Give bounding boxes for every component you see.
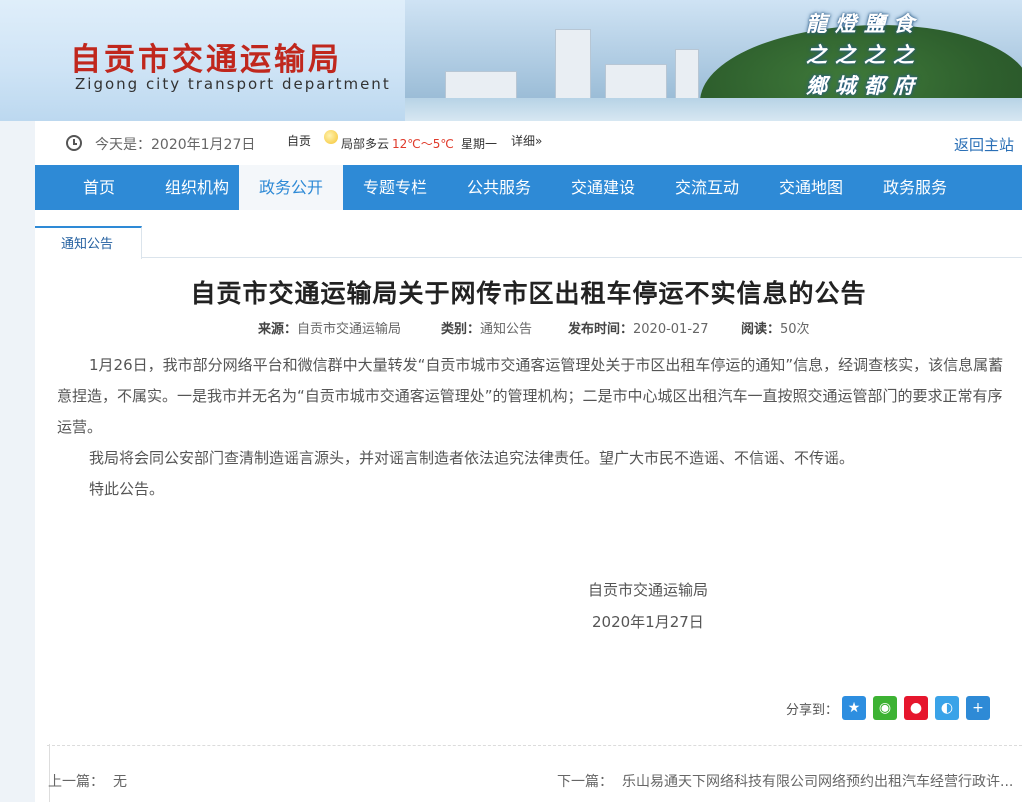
pager-divider	[47, 745, 1022, 746]
site-subtitle: Zigong city transport department	[75, 75, 391, 93]
today-date: 2020年1月27日	[151, 137, 256, 153]
nav-item-traffic-construction[interactable]: 交通建设	[551, 165, 655, 210]
tab-notices[interactable]: 通知公告	[35, 226, 142, 259]
nav-item-special-topics[interactable]: 专题专栏	[343, 165, 447, 210]
share-more-button[interactable]: +	[966, 696, 990, 720]
meta-date: 发布时间：2020-01-27	[568, 318, 709, 337]
today-label: 今天是：	[95, 137, 151, 153]
weather-temperature: 12℃～5℃	[392, 137, 454, 151]
tab-bar: 通知公告	[35, 226, 1022, 259]
nav-item-public-service[interactable]: 公共服务	[447, 165, 551, 210]
meta-category-label: 类别：	[441, 322, 481, 337]
weather-description: 局部多云	[341, 137, 390, 151]
article-paragraph: 我局将会同公安部门查清制造谣言源头，并对谣言制造者依法追究法律责任。望广大市民不…	[89, 449, 855, 467]
site-banner: 自贡市交通运输局 Zigong city transport departmen…	[0, 0, 1022, 121]
meta-date-label: 发布时间：	[568, 322, 634, 337]
share-weibo-button[interactable]: ●	[904, 696, 928, 720]
prev-article-label: 上一篇：	[48, 774, 104, 790]
article-paragraph: 特此公告。	[89, 480, 165, 498]
qzone-star-icon: ★	[847, 700, 861, 716]
partly-cloudy-icon	[324, 130, 338, 144]
next-article-label: 下一篇：	[557, 774, 613, 790]
meta-views: 阅读：50次	[741, 318, 810, 337]
clock-icon	[66, 135, 82, 151]
article-paragraph: 1月26日，我市部分网络平台和微信群中大量转发“自贡市城市交通客运管理处关于市区…	[57, 356, 1004, 436]
tencent-weibo-icon: ◐	[940, 700, 954, 716]
weekday: 星期一	[461, 137, 498, 151]
meta-views-label: 阅读：	[741, 322, 781, 337]
nav-item-traffic-map[interactable]: 交通地图	[759, 165, 863, 210]
prev-article-value: 无	[113, 774, 127, 790]
meta-category-value: 通知公告	[480, 322, 533, 337]
calligraphy-line: 之之之之	[806, 42, 922, 67]
meta-source-value: 自贡市交通运输局	[297, 322, 402, 337]
home-link[interactable]: 返回主站	[954, 134, 1014, 155]
weather-city: 自贡	[287, 134, 312, 148]
share-qzone-button[interactable]: ★	[842, 696, 866, 720]
meta-source: 来源：自贡市交通运输局	[258, 318, 401, 337]
next-article-link[interactable]: 乐山易通天下网络科技有限公司网络预约出租汽车经营行政许...	[622, 771, 1014, 791]
share-tencent-weibo-button[interactable]: ◐	[935, 696, 959, 720]
share-label: 分享到：	[786, 703, 839, 718]
article-title: 自贡市交通运输局关于网传市区出租车停运不实信息的公告	[190, 279, 867, 308]
main-nav: 首页 组织机构 政务公开 专题专栏 公共服务 交通建设 交流互动 交通地图 政务…	[35, 165, 1022, 210]
nav-item-organization[interactable]: 组织机构	[145, 165, 249, 210]
wechat-icon: ◉	[878, 700, 892, 716]
weather-detail-link[interactable]: 详细»	[511, 132, 542, 149]
river-image	[405, 98, 1022, 121]
nav-item-interaction[interactable]: 交流互动	[655, 165, 759, 210]
calligraphy-line: 鄉城都府	[806, 73, 922, 98]
nav-item-government-affairs[interactable]: 政务公开	[239, 165, 343, 210]
plus-icon: +	[972, 700, 984, 716]
signature-organization: 自贡市交通运输局	[588, 581, 709, 599]
nav-item-home[interactable]: 首页	[65, 165, 133, 210]
signature-date: 2020年1月27日	[592, 613, 704, 631]
article-body: 1月26日，我市部分网络平台和微信群中大量转发“自贡市城市交通客运管理处关于市区…	[57, 350, 1017, 505]
info-bar: 今天是： 2020年1月27日 自贡 局部多云 12℃～5℃ 星期一 详细» 返…	[35, 121, 1022, 165]
site-title: 自贡市交通运输局	[70, 42, 342, 78]
meta-views-value: 50次	[780, 322, 810, 337]
meta-date-value: 2020-01-27	[633, 322, 709, 337]
meta-category: 类别：通知公告	[441, 318, 532, 337]
weibo-icon: ●	[909, 700, 923, 716]
calligraphy-motto: 龍燈鹽食 之之之之 鄉城都府	[806, 8, 1016, 101]
calligraphy-line: 龍燈鹽食	[806, 11, 922, 36]
share-wechat-button[interactable]: ◉	[873, 696, 897, 720]
nav-item-government-service[interactable]: 政务服务	[863, 165, 967, 210]
meta-source-label: 来源：	[258, 322, 298, 337]
